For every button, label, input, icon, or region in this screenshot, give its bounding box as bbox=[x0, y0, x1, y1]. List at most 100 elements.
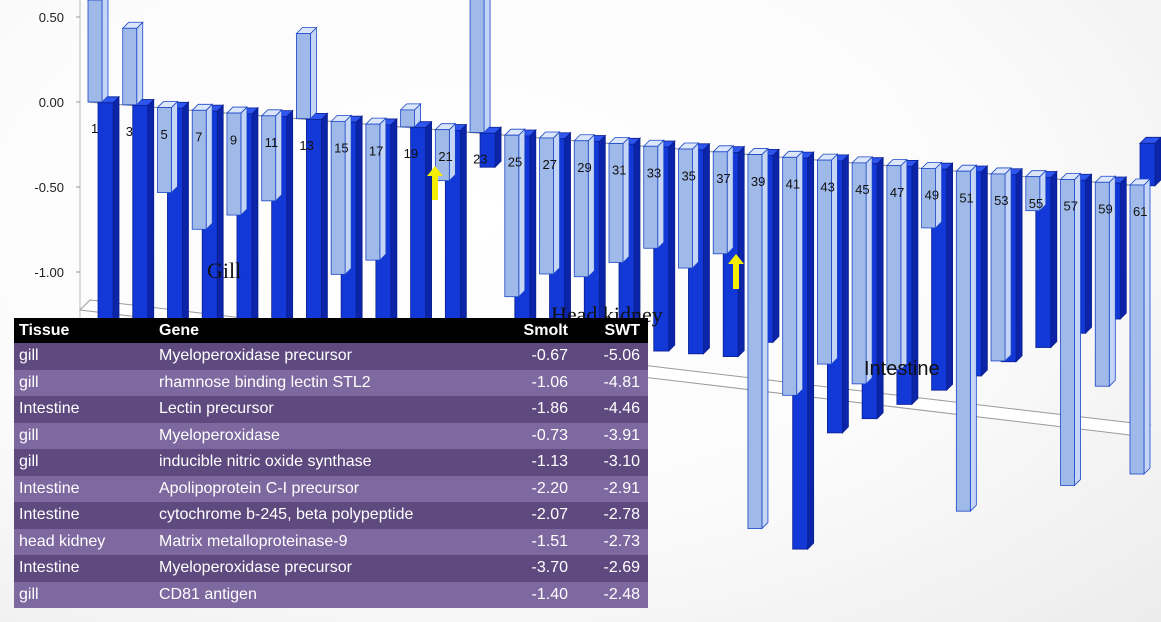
table-row: gill Myeloperoxidase -0.73 -3.91 bbox=[14, 422, 648, 449]
cell-tissue: head kidney bbox=[14, 528, 154, 555]
cell-gene: CD81 antigen bbox=[154, 581, 484, 608]
front-bar bbox=[87, 0, 109, 103]
table-row: Intestine Myeloperoxidase precursor -3.70-… bbox=[14, 555, 648, 582]
x-tick-label: 7 bbox=[195, 130, 202, 145]
x-tick-label: 41 bbox=[786, 177, 800, 192]
front-bar bbox=[573, 133, 596, 278]
x-tick-label: 51 bbox=[959, 190, 973, 205]
x-tick-label: 55 bbox=[1029, 196, 1043, 211]
x-tick-label: 21 bbox=[438, 149, 452, 164]
cell-smolt: -1.06 bbox=[484, 369, 576, 396]
x-tick-label: 13 bbox=[299, 138, 313, 153]
cell-gene: Apolipoprotein C-I precursor bbox=[154, 475, 484, 502]
x-tick-label: 49 bbox=[925, 188, 939, 203]
cell-smolt: -2.20 bbox=[484, 475, 576, 502]
cell-tissue: Intestine bbox=[14, 475, 154, 502]
cell-smolt: -3.70 bbox=[484, 555, 576, 582]
front-bar bbox=[712, 144, 735, 255]
table-row: gill CD81 antigen -1.40 -2.48 bbox=[14, 581, 648, 608]
cell-swt: -3.91 bbox=[576, 422, 648, 449]
gene-table: Tissue Gene Smolt SWT gill Myeloperoxidas… bbox=[14, 318, 648, 608]
cell-tissue: gill bbox=[14, 422, 154, 449]
table-row: gill rhamnose binding lectin STL2 -1.06 -4.… bbox=[14, 369, 648, 396]
x-tick-label: 19 bbox=[404, 146, 418, 161]
front-bar bbox=[191, 103, 214, 231]
x-tick-label: 5 bbox=[160, 127, 167, 142]
x-tick-label: 37 bbox=[716, 171, 730, 186]
cell-swt: -2.48 bbox=[576, 581, 648, 608]
front-bar bbox=[538, 131, 561, 275]
col-header-gene: Gene bbox=[154, 318, 484, 343]
x-tick-label: 29 bbox=[577, 160, 591, 175]
front-bar bbox=[156, 100, 179, 194]
cell-swt: -2.73 bbox=[576, 528, 648, 555]
cell-tissue: gill bbox=[14, 369, 154, 396]
front-bar bbox=[295, 26, 318, 120]
col-header-smolt: Smolt bbox=[484, 318, 576, 343]
front-bar bbox=[677, 142, 700, 269]
back-bar bbox=[1139, 136, 1161, 187]
cell-swt: -4.81 bbox=[576, 369, 648, 396]
cell-tissue: gill bbox=[14, 581, 154, 608]
cell-smolt: -1.13 bbox=[484, 449, 576, 476]
y-tick-label: -0.50 bbox=[34, 180, 64, 195]
front-bar bbox=[121, 21, 144, 106]
x-tick-label: 35 bbox=[681, 168, 695, 183]
x-tick-label: 45 bbox=[855, 182, 869, 197]
table-row: head kidney Matrix metalloproteinase-9 -1.… bbox=[14, 528, 648, 555]
front-bar bbox=[642, 139, 665, 250]
cell-swt: -3.10 bbox=[576, 449, 648, 476]
x-tick-label: 31 bbox=[612, 163, 626, 178]
cell-smolt: -2.07 bbox=[484, 502, 576, 529]
table-header-row: Tissue Gene Smolt SWT bbox=[14, 318, 648, 343]
front-bar bbox=[399, 102, 422, 128]
x-tick-label: 61 bbox=[1133, 204, 1147, 219]
cell-gene: rhamnose binding lectin STL2 bbox=[154, 369, 484, 396]
cell-gene: cytochrome b-245, beta polypeptide bbox=[154, 502, 484, 529]
x-tick-label: 23 bbox=[473, 152, 487, 167]
cell-smolt: -0.67 bbox=[484, 343, 576, 370]
x-tick-label: 1 bbox=[91, 121, 98, 136]
y-tick-label: -1.00 bbox=[34, 265, 64, 280]
x-tick-label: 53 bbox=[994, 193, 1008, 208]
front-bar bbox=[260, 108, 283, 202]
front-bar bbox=[746, 147, 769, 530]
x-tick-label: 11 bbox=[265, 135, 279, 150]
x-tick-label: 17 bbox=[369, 143, 383, 158]
cell-smolt: -0.73 bbox=[484, 422, 576, 449]
cell-gene: Myeloperoxidase precursor bbox=[154, 555, 484, 582]
x-tick-label: 9 bbox=[230, 132, 237, 147]
y-tick-label: 0.50 bbox=[39, 10, 64, 25]
front-bar bbox=[330, 114, 353, 276]
cell-tissue: gill bbox=[14, 449, 154, 476]
cell-gene: Myeloperoxidase precursor bbox=[154, 343, 484, 370]
x-tick-label: 47 bbox=[890, 185, 904, 200]
x-tick-label: 59 bbox=[1098, 201, 1112, 216]
front-bar bbox=[364, 117, 387, 262]
cell-gene: inducible nitric oxide synthase bbox=[154, 449, 484, 476]
x-tick-label: 33 bbox=[647, 166, 661, 181]
x-tick-label: 57 bbox=[1064, 199, 1078, 214]
cell-smolt: -1.86 bbox=[484, 396, 576, 423]
cell-tissue: Intestine bbox=[14, 555, 154, 582]
col-header-swt: SWT bbox=[576, 318, 648, 343]
x-tick-label: 25 bbox=[508, 154, 522, 169]
cell-gene: Matrix metalloproteinase-9 bbox=[154, 528, 484, 555]
x-tick-label: 15 bbox=[334, 141, 348, 156]
table-row: gill inducible nitric oxide synthase -1.13… bbox=[14, 449, 648, 476]
table-row: gill Myeloperoxidase precursor -0.67 -5.06 bbox=[14, 343, 648, 370]
front-bar bbox=[1129, 178, 1151, 475]
x-tick-label: 39 bbox=[751, 174, 765, 189]
cell-swt: -2.78 bbox=[576, 502, 648, 529]
cell-swt: -2.91 bbox=[576, 475, 648, 502]
annotation-intestine: Intestine bbox=[864, 358, 940, 380]
front-bar bbox=[225, 106, 248, 217]
cell-smolt: -1.40 bbox=[484, 581, 576, 608]
cell-tissue: Intestine bbox=[14, 502, 154, 529]
cell-gene: Lectin precursor bbox=[154, 396, 484, 423]
cell-smolt: -1.51 bbox=[484, 528, 576, 555]
cell-tissue: Intestine bbox=[14, 396, 154, 423]
table-row: Intestine Lectin precursor -1.86 -4.46 bbox=[14, 396, 648, 423]
x-tick-label: 3 bbox=[126, 124, 133, 139]
cell-swt: -5.06 bbox=[576, 343, 648, 370]
